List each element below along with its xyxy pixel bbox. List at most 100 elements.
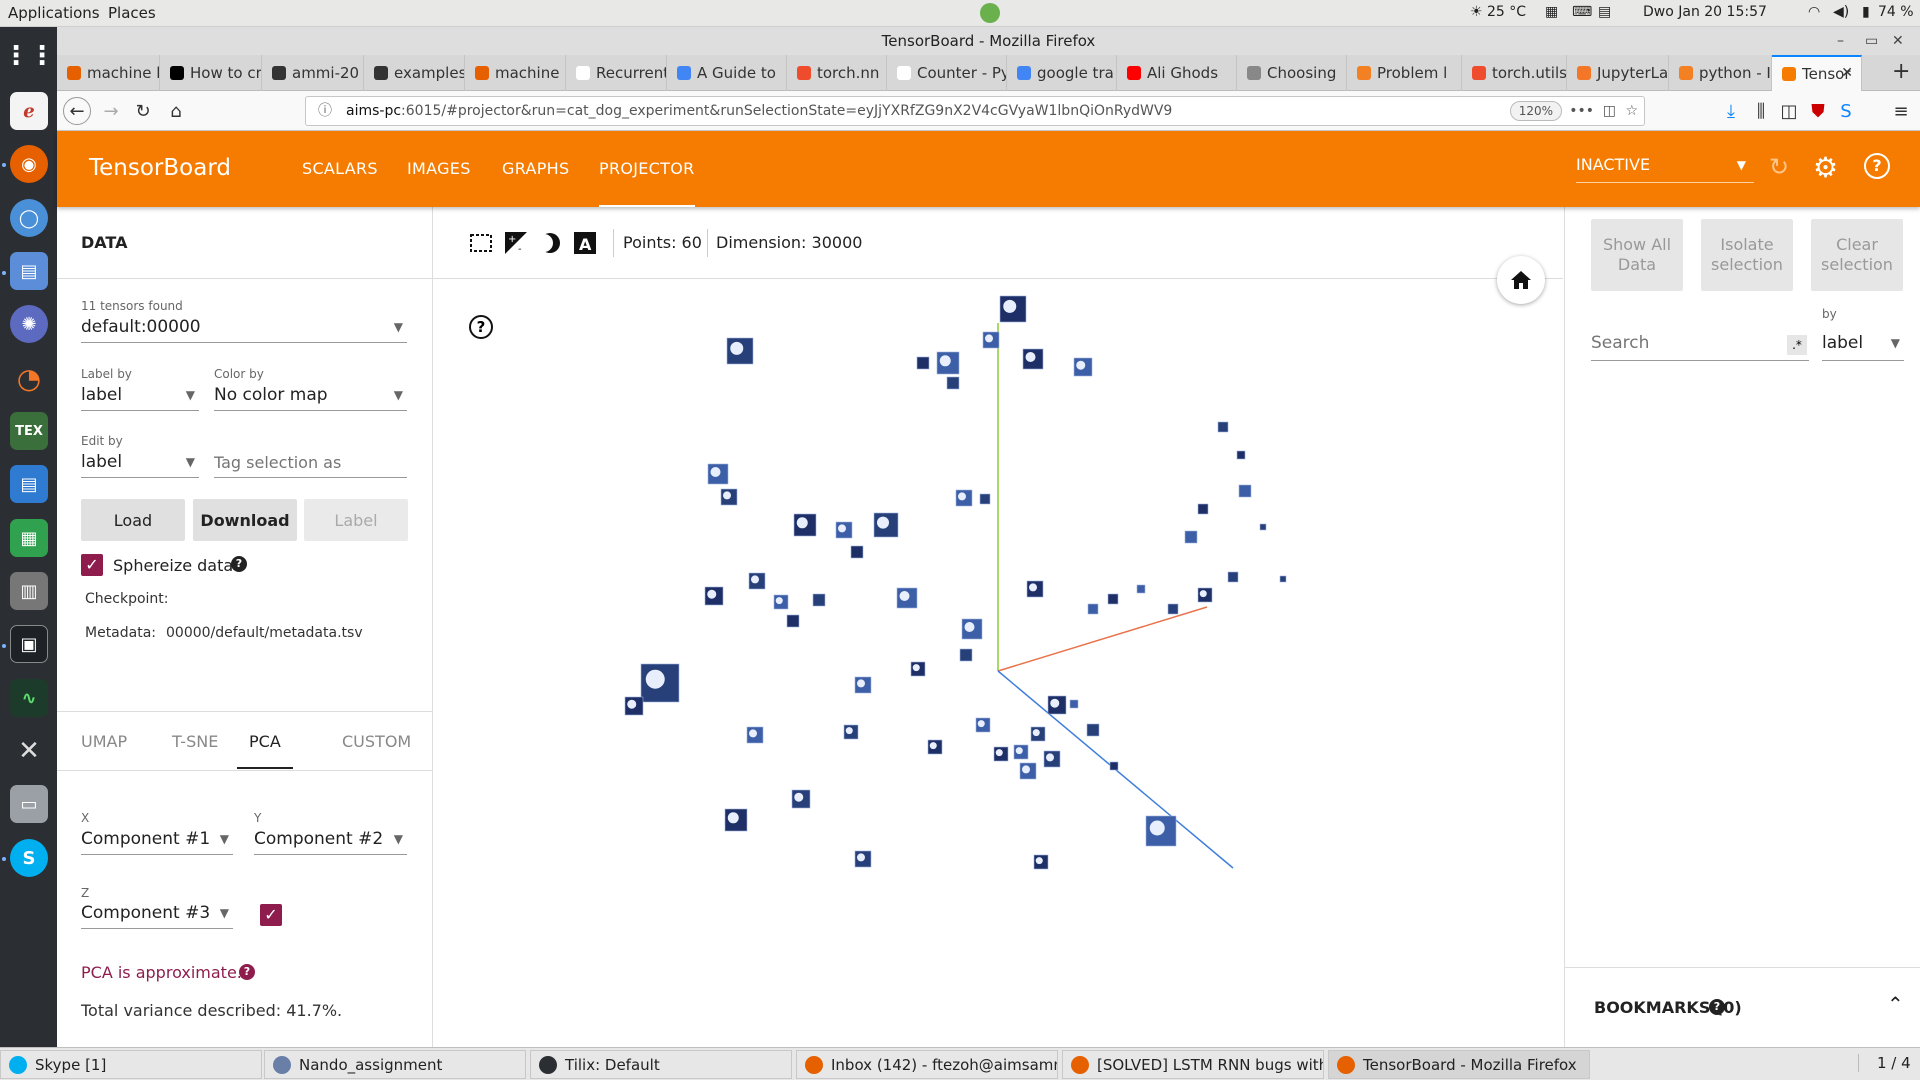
show-all-data-button[interactable]: Show All Data [1591,219,1683,291]
close-tab-icon[interactable]: ✕ [1841,65,1853,81]
downloads-icon[interactable]: ⤓ [1717,97,1745,125]
embedding-point-thumbnail[interactable] [1227,571,1239,583]
download-button[interactable]: Download [193,499,297,541]
embedding-point-thumbnail[interactable] [1259,523,1267,531]
nav-images[interactable]: IMAGES [407,159,471,178]
embedding-point-thumbnail[interactable] [1167,603,1179,615]
embedding-point-thumbnail[interactable] [916,356,930,370]
embedding-point-thumbnail[interactable] [1087,603,1099,615]
browser-tab[interactable]: google tra [1007,55,1117,91]
calculator-icon[interactable]: ▥ [10,572,48,610]
select-box-icon[interactable] [468,230,494,256]
back-icon[interactable]: ← [63,97,91,125]
browser-tab[interactable]: python - I [1669,55,1772,91]
reload-icon[interactable]: ↻ [129,97,157,125]
url-bar[interactable]: ⓘ aims-pc:6015/#projector&run=cat_dog_ex… [305,96,1645,126]
z-component-select[interactable]: Component #3 ▼ [81,899,233,929]
new-tab-icon[interactable]: + [1892,59,1910,84]
clock[interactable]: Dwo Jan 20 15:57 [1643,4,1767,20]
taskbar-window-button[interactable]: [SOLVED] LSTM RNN bugs with di... [1062,1050,1324,1079]
reload-status-select[interactable]: INACTIVE ▼ [1576,151,1754,183]
browser-tab[interactable]: examples [364,55,465,91]
tab-tsne[interactable]: T-SNE [172,732,218,751]
browser-tab[interactable]: Ali Ghods [1117,55,1237,91]
update-icon[interactable] [980,3,1000,23]
hamburger-menu-icon[interactable]: ≡ [1887,97,1915,125]
taskbar-window-button[interactable]: Inbox (142) - ftezoh@aimsammi.or... [796,1050,1058,1079]
workspace-indicator[interactable]: 1 / 4 [1858,1054,1911,1072]
embedding-point-thumbnail[interactable] [786,614,800,628]
embedding-point-thumbnail[interactable] [1279,575,1287,583]
browser-tab[interactable]: A Guide to [667,55,787,91]
browser-tab[interactable]: machine l [57,55,160,91]
applications-menu[interactable]: Applications [8,4,100,22]
system-monitor-icon[interactable]: ∿ [10,679,48,717]
writer-icon[interactable]: ▤ [10,465,48,503]
app-grid-icon[interactable]: ⋮⋮ [3,37,55,75]
tools-icon[interactable]: ✕ [10,732,48,770]
embedding-point-thumbnail[interactable] [1197,503,1209,515]
browser-tab[interactable]: JupyterLa [1567,55,1669,91]
tab-pca[interactable]: PCA [237,732,293,769]
help-icon[interactable]: ? [231,556,247,572]
x-component-select[interactable]: Component #1 ▼ [81,825,233,855]
volume-icon[interactable]: ◀) [1833,4,1849,20]
label-button[interactable]: Label [304,499,408,541]
moon-icon[interactable] [537,230,563,256]
close-window-icon[interactable]: ✕ [1892,27,1904,55]
keyboard-icon[interactable]: ⌨ [1572,4,1592,20]
tag-selection-input[interactable] [214,448,407,478]
tab-umap[interactable]: UMAP [81,732,127,751]
browser-tab[interactable]: Recurrent Ne [566,55,667,91]
texmaker-icon[interactable]: TEX [10,412,48,450]
zoom-indicator[interactable]: 120% [1509,101,1562,121]
night-mode-icon[interactable]: + - [503,230,529,256]
embedding-point-thumbnail[interactable] [1107,593,1119,605]
browser-tab[interactable]: Choosing [1237,55,1347,91]
extension-icon[interactable]: S [1832,97,1860,125]
calc-icon[interactable]: ▦ [10,519,48,557]
skype-icon[interactable]: S [10,839,48,877]
embedding-point-thumbnail[interactable] [1109,761,1119,771]
embedding-point-thumbnail[interactable] [1086,723,1100,737]
nav-projector[interactable]: PROJECTOR [599,159,695,207]
z-enable-checkbox[interactable]: ✓ [260,904,282,926]
search-by-select[interactable]: label ▼ [1822,325,1904,361]
settings-gear-icon[interactable]: ⚙ [1813,151,1838,184]
browser-tab[interactable]: Tensor ✕ [1772,55,1862,91]
places-menu[interactable]: Places [108,4,156,22]
browser-tab[interactable]: How to cr [160,55,262,91]
embedding-point-thumbnail[interactable] [1238,484,1252,498]
embedding-point-thumbnail[interactable] [1236,450,1246,460]
minimize-icon[interactable]: – [1837,27,1844,55]
embedding-point-thumbnail[interactable] [946,376,960,390]
embedding-point-thumbnail[interactable] [959,648,973,662]
tab-custom[interactable]: CUSTOM [342,732,411,751]
load-button[interactable]: Load [81,499,185,541]
bookmark-star-icon[interactable]: ☆ [1625,97,1638,125]
maximize-icon[interactable]: ▭ [1865,27,1878,55]
projector-3d-scene[interactable] [433,279,1563,1047]
chevron-up-icon[interactable]: ⌃ [1887,992,1904,1016]
more-actions-icon[interactable]: ••• [1569,97,1594,125]
library-icon[interactable]: ⫼ [1747,97,1775,125]
info-icon[interactable]: ⓘ [318,97,332,125]
wifi-icon[interactable]: ◠ [1808,4,1820,20]
browser-tab[interactable]: Problem l [1347,55,1462,91]
chromium-icon[interactable]: ◯ [10,199,48,237]
browser-tab[interactable]: Counter - Pyt [887,55,1007,91]
isolate-selection-button[interactable]: Isolate selection [1701,219,1793,291]
forward-icon[interactable]: → [97,97,125,125]
temperature[interactable]: 25 °C [1487,4,1526,20]
browser-tab[interactable]: ammi-20 [262,55,364,91]
taskbar-window-button[interactable]: Skype [1] [0,1050,262,1079]
embedding-point-thumbnail[interactable] [850,545,864,559]
browser-tab[interactable]: machine l [465,55,566,91]
battery-icon[interactable]: ▮ [1862,4,1870,20]
files-icon[interactable]: ▤ [10,252,48,290]
edit-by-select[interactable]: label ▼ [81,448,199,478]
embedding-point-thumbnail[interactable] [1184,530,1198,544]
y-component-select[interactable]: Component #2 ▼ [254,825,407,855]
taskbar-window-button[interactable]: Nando_assignment [264,1050,526,1079]
help-icon[interactable]: ? [1864,153,1890,179]
